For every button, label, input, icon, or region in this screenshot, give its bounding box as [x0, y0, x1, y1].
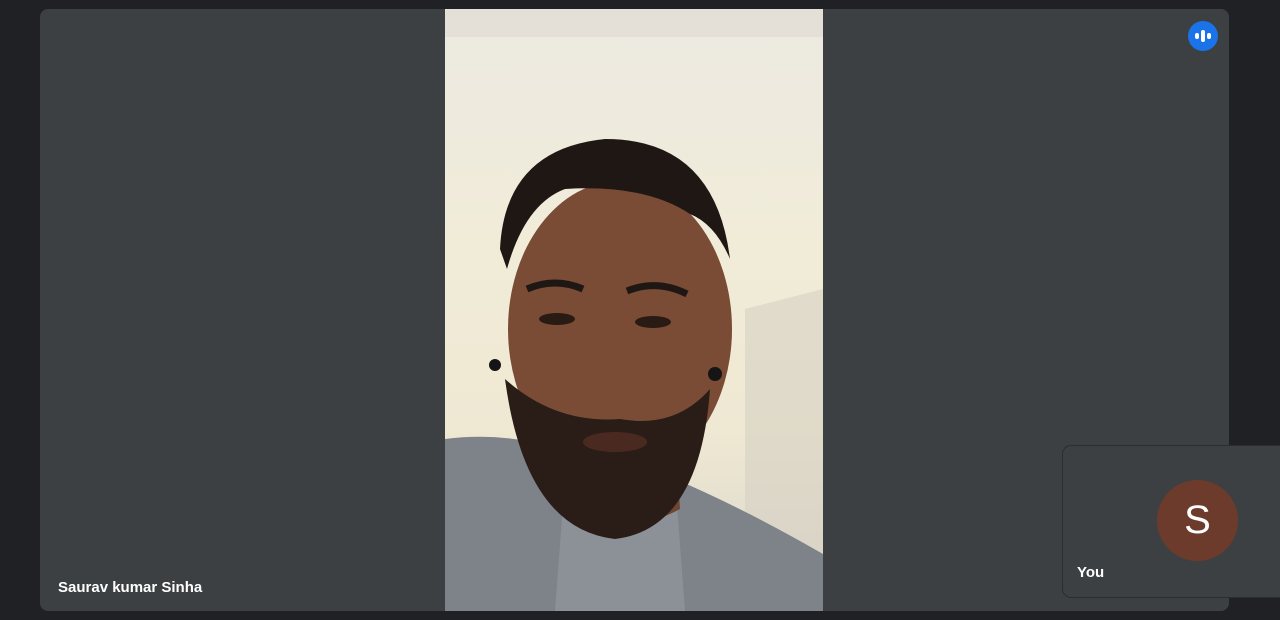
avatar: S: [1157, 480, 1238, 561]
participant-tile-main[interactable]: Saurav kumar Sinha: [40, 9, 1229, 611]
participant-name: Saurav kumar Sinha: [58, 579, 203, 596]
participant-video: [445, 9, 823, 611]
self-view-tile[interactable]: S You: [1063, 446, 1280, 597]
participant-video-frame: [445, 9, 823, 611]
audio-levels-icon: [1188, 21, 1218, 51]
self-view-label: You: [1077, 564, 1105, 581]
